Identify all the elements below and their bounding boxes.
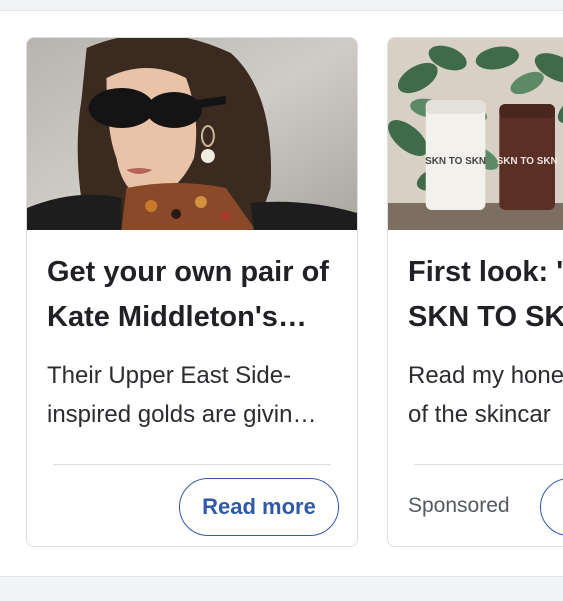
article-card-sponsored[interactable]: SKN TO SKN SKN TO SKN First look: ' SKN … bbox=[387, 37, 563, 547]
product-label-brown: SKN TO SKN bbox=[497, 156, 558, 167]
skincare-products-photo[interactable]: SKN TO SKN SKN TO SKN bbox=[388, 38, 563, 230]
card-divider bbox=[414, 464, 563, 465]
sponsored-label: Sponsored bbox=[408, 494, 510, 517]
woman-sunglasses-photo[interactable] bbox=[27, 38, 357, 230]
card-divider bbox=[53, 464, 331, 465]
read-more-button[interactable]: Read more bbox=[179, 478, 339, 536]
card-title[interactable]: First look: ' SKN TO SK bbox=[408, 250, 563, 340]
read-more-button[interactable] bbox=[540, 478, 563, 536]
top-band bbox=[0, 0, 563, 11]
card-description: Their Upper East Side- inspired golds ar… bbox=[47, 362, 317, 428]
carousel[interactable]: Get your own pair of Kate Middleton's… T… bbox=[0, 11, 563, 576]
bottom-band bbox=[0, 576, 563, 601]
card-title[interactable]: Get your own pair of Kate Middleton's… bbox=[47, 250, 347, 340]
article-card[interactable]: Get your own pair of Kate Middleton's… T… bbox=[26, 37, 358, 547]
product-label-white: SKN TO SKN bbox=[425, 156, 486, 167]
card-description: Read my hone of the skincar bbox=[408, 362, 563, 428]
